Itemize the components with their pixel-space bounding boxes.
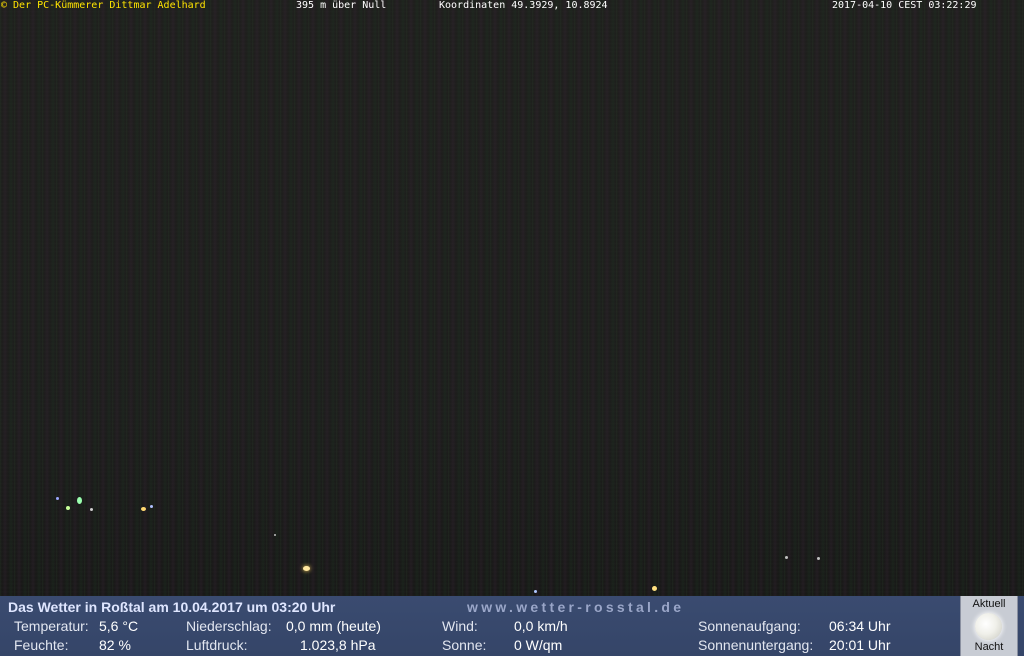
altitude-text: 395 m über Null — [296, 0, 387, 11]
town-light — [66, 506, 70, 510]
coordinates-text: Koordinaten 49.3929, 10.8924 — [439, 0, 608, 11]
town-light — [817, 557, 820, 560]
temperature-value: 5,6 °C — [99, 618, 139, 634]
wind-value: 0,0 km/h — [514, 618, 568, 634]
sunrise-value: 06:34 Uhr — [829, 618, 891, 634]
wind-label: Wind: — [442, 618, 478, 634]
timestamp-text: 2017-04-10 CEST 03:22:29 — [832, 0, 977, 11]
sunset-value: 20:01 Uhr — [829, 637, 891, 653]
weather-panel: Das Wetter in Roßtal am 10.04.2017 um 03… — [0, 596, 1024, 656]
camera-overlay-bar: © Der PC-Kümmerer Dittmar Adelhard 395 m… — [0, 0, 1024, 11]
town-light — [303, 566, 310, 571]
town-light — [785, 556, 788, 559]
full-moon-icon — [975, 613, 1002, 640]
sun-value: 0 W/qm — [514, 637, 563, 653]
humidity-label: Feuchte: — [14, 637, 69, 653]
town-light — [77, 497, 82, 504]
humidity-value: 82 % — [99, 637, 131, 653]
town-light — [141, 507, 146, 511]
sunrise-label: Sonnenaufgang: — [698, 618, 801, 634]
town-light — [90, 508, 93, 511]
website-link[interactable]: www.wetter-rosstal.de — [467, 599, 684, 615]
weather-headline: Das Wetter in Roßtal am 10.04.2017 um 03… — [8, 599, 336, 615]
status-night-label: Nacht — [974, 641, 1004, 653]
precipitation-value: 0,0 mm (heute) — [286, 618, 381, 634]
moon-phase-box: Aktuell Nacht — [960, 596, 1018, 656]
pressure-value: 1.023,8 hPa — [300, 637, 376, 653]
pressure-label: Luftdruck: — [186, 637, 248, 653]
copyright-text: © Der PC-Kümmerer Dittmar Adelhard — [1, 0, 206, 11]
sunset-label: Sonnenuntergang: — [698, 637, 814, 653]
town-light — [534, 590, 537, 593]
temperature-label: Temperatur: — [14, 618, 89, 634]
status-current-label: Aktuell — [972, 598, 1006, 610]
town-light — [652, 586, 657, 591]
precipitation-label: Niederschlag: — [186, 618, 272, 634]
town-light — [56, 497, 59, 500]
town-light — [274, 534, 276, 536]
town-light — [150, 505, 153, 508]
webcam-night-image — [0, 0, 1024, 596]
sun-label: Sonne: — [442, 637, 487, 653]
